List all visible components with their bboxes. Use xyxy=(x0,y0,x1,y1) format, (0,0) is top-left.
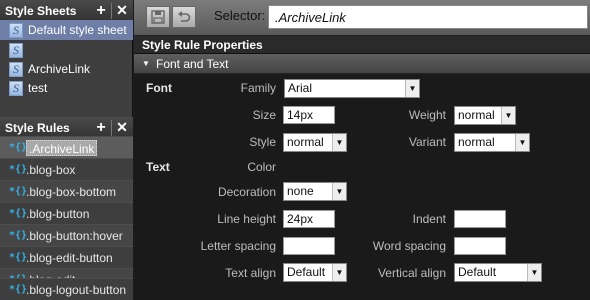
text-align-value: Default xyxy=(287,265,326,279)
style-sheet-label: ArchiveLink xyxy=(28,62,91,76)
style-sheet-item[interactable]: S test xyxy=(0,78,133,98)
style-rule-label: .blog-button:hover xyxy=(26,229,123,243)
section-title: Font and Text xyxy=(156,57,229,71)
variant-label: Variant xyxy=(408,135,446,149)
css-rule-icon: *{} xyxy=(9,186,28,197)
undo-button[interactable] xyxy=(172,6,196,28)
family-label: Family xyxy=(240,81,276,95)
size-field[interactable]: 14px xyxy=(283,106,335,124)
css-rule-icon: *{} xyxy=(9,230,28,241)
style-rule-item[interactable]: *{} .blog-box xyxy=(0,158,133,180)
chevron-down-icon: ▼ xyxy=(332,183,346,200)
weight-label: Weight xyxy=(408,108,446,122)
font-and-text-section: Font Text Family Arial ▼ Size 14px Weigh… xyxy=(134,75,590,300)
save-button[interactable] xyxy=(146,6,170,28)
add-style-sheet-icon[interactable]: + xyxy=(93,2,109,20)
style-sheets-title: Style Sheets xyxy=(5,4,77,18)
color-label: Color xyxy=(247,160,276,174)
selector-input[interactable] xyxy=(268,5,588,29)
css-rule-icon: *{} xyxy=(9,252,28,263)
css-rule-icon: *{} xyxy=(9,142,28,153)
chevron-down-icon: ▼ xyxy=(405,80,419,97)
indent-label: Indent xyxy=(412,212,446,226)
weight-value: normal xyxy=(458,108,495,122)
undo-icon xyxy=(178,11,191,22)
style-sheet-item[interactable]: S Default style sheet xyxy=(0,20,133,40)
weight-select[interactable]: normal ▼ xyxy=(454,106,516,125)
chevron-down-icon: ▼ xyxy=(515,134,529,151)
stylesheet-icon: S xyxy=(9,43,23,58)
css-rule-icon: *{} xyxy=(9,164,28,175)
word-spacing-label: Word spacing xyxy=(372,239,446,253)
style-select[interactable]: normal ▼ xyxy=(283,133,347,152)
text-group-label: Text xyxy=(146,160,170,174)
style-sheet-label: Default style sheet xyxy=(28,23,127,37)
style-sheets-header: Style Sheets + ✕ xyxy=(0,0,133,22)
style-rule-label: .blog-edit-button xyxy=(26,251,113,265)
style-rule-label: .blog-logout-button xyxy=(26,283,127,297)
style-rule-label: .blog-box xyxy=(26,163,76,177)
style-rule-label: .blog-button xyxy=(26,207,90,221)
size-label: Size xyxy=(252,108,276,122)
vertical-align-label: Vertical align xyxy=(377,266,446,280)
header-divider xyxy=(111,120,112,136)
family-value: Arial xyxy=(288,81,313,95)
style-rules-title: Style Rules xyxy=(5,121,70,135)
family-select[interactable]: Arial ▼ xyxy=(284,79,420,98)
close-style-rule-icon[interactable]: ✕ xyxy=(114,119,130,137)
style-label: Style xyxy=(249,135,276,149)
decoration-label: Decoration xyxy=(217,185,276,199)
style-rule-item[interactable]: *{} .blog-button xyxy=(0,202,133,224)
chevron-down-icon: ▼ xyxy=(527,264,541,281)
css-rule-icon: *{} xyxy=(9,208,28,219)
style-value: normal xyxy=(287,135,324,149)
word-spacing-field[interactable] xyxy=(454,237,506,255)
variant-select[interactable]: normal ▼ xyxy=(454,133,530,152)
line-height-label: Line height xyxy=(217,212,276,226)
font-and-text-section-header[interactable]: ▼ Font and Text xyxy=(134,54,590,74)
style-rule-item[interactable]: *{} .ArchiveLink xyxy=(0,136,133,158)
text-align-select[interactable]: Default ▼ xyxy=(283,263,347,282)
expand-triangle-icon: ▼ xyxy=(142,59,150,68)
properties-title: Style Rule Properties xyxy=(134,36,590,54)
chevron-down-icon: ▼ xyxy=(501,107,515,124)
size-value: 14px xyxy=(287,108,314,122)
header-divider xyxy=(111,3,112,19)
indent-field[interactable] xyxy=(454,210,506,228)
style-sheet-item[interactable]: S ArchiveLink xyxy=(0,59,133,79)
left-panel: Style Sheets + ✕ S Default style sheet S… xyxy=(0,0,133,300)
decoration-value: none xyxy=(287,184,314,198)
style-rule-label: .blog-box-bottom xyxy=(26,185,117,199)
style-sheet-item[interactable]: S xyxy=(0,40,133,60)
css-rule-icon: *{} xyxy=(9,284,28,295)
chevron-down-icon: ▼ xyxy=(332,134,346,151)
chevron-down-icon: ▼ xyxy=(332,264,346,281)
stylesheet-icon: S xyxy=(9,81,23,96)
style-rule-item[interactable]: *{} .blog-logout-button xyxy=(0,278,133,300)
close-style-sheet-icon[interactable]: ✕ xyxy=(114,2,130,20)
style-rule-item[interactable]: *{} .blog-box-bottom xyxy=(0,180,133,202)
style-rule-label: .ArchiveLink xyxy=(26,140,98,156)
stylesheet-icon: S xyxy=(9,62,23,77)
selector-label: Selector: xyxy=(214,8,266,23)
font-group-label: Font xyxy=(146,81,172,95)
vertical-align-value: Default xyxy=(458,265,497,279)
variant-value: normal xyxy=(458,135,495,149)
style-sheet-label: test xyxy=(28,81,48,95)
letter-spacing-label: Letter spacing xyxy=(200,239,276,253)
line-height-value: 24px xyxy=(287,212,314,226)
save-icon xyxy=(151,10,165,24)
line-height-field[interactable]: 24px xyxy=(283,210,335,228)
style-rule-item[interactable]: *{} .blog-edit-button xyxy=(0,246,133,268)
text-align-label: Text align xyxy=(225,266,276,280)
add-style-rule-icon[interactable]: + xyxy=(93,119,109,137)
vertical-align-select[interactable]: Default ▼ xyxy=(454,263,542,282)
letter-spacing-field[interactable] xyxy=(283,237,335,255)
style-rule-item[interactable]: *{} .blog-button:hover xyxy=(0,224,133,246)
decoration-select[interactable]: none ▼ xyxy=(283,182,347,201)
toolbar: Selector: xyxy=(134,0,590,36)
stylesheet-icon: S xyxy=(9,23,23,38)
